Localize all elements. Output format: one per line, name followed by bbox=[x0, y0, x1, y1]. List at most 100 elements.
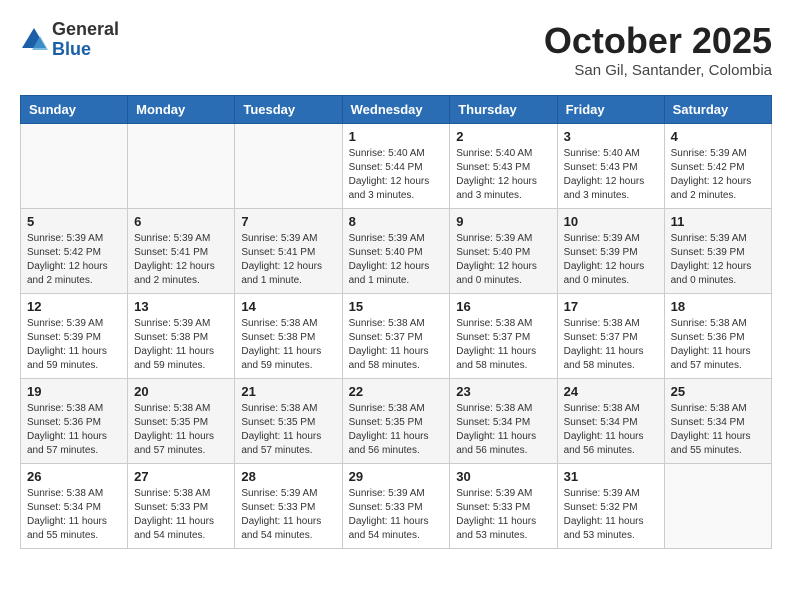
calendar-week-row: 12 Sunrise: 5:39 AM Sunset: 5:39 PM Dayli… bbox=[21, 294, 772, 379]
day-info: Sunrise: 5:39 AM Sunset: 5:32 PM Dayligh… bbox=[564, 487, 658, 543]
day-info: Sunrise: 5:38 AM Sunset: 5:34 PM Dayligh… bbox=[456, 402, 550, 458]
day-number: 27 bbox=[134, 469, 228, 484]
calendar-cell: 27 Sunrise: 5:38 AM Sunset: 5:33 PM Dayli… bbox=[128, 464, 235, 549]
calendar-cell: 19 Sunrise: 5:38 AM Sunset: 5:36 PM Dayli… bbox=[21, 379, 128, 464]
calendar-cell: 6 Sunrise: 5:39 AM Sunset: 5:41 PM Daylig… bbox=[128, 209, 235, 294]
weekday-header-tuesday: Tuesday bbox=[235, 96, 342, 124]
calendar-cell: 9Sunrise: 5:39 AM Sunset: 5:40 PM Daylig… bbox=[450, 209, 557, 294]
calendar-cell: 30 Sunrise: 5:39 AM Sunset: 5:33 PM Dayli… bbox=[450, 464, 557, 549]
day-info: Sunrise: 5:39 AM Sunset: 5:39 PM Dayligh… bbox=[671, 232, 765, 288]
calendar-week-row: 5 Sunrise: 5:39 AM Sunset: 5:42 PM Daylig… bbox=[21, 209, 772, 294]
day-info: Sunrise: 5:38 AM Sunset: 5:34 PM Dayligh… bbox=[27, 487, 121, 543]
logo-icon bbox=[20, 26, 48, 54]
day-info: Sunrise: 5:38 AM Sunset: 5:37 PM Dayligh… bbox=[349, 317, 444, 373]
calendar-cell: 24Sunrise: 5:38 AM Sunset: 5:34 PM Dayli… bbox=[557, 379, 664, 464]
calendar-cell: 18 Sunrise: 5:38 AM Sunset: 5:36 PM Dayli… bbox=[664, 294, 771, 379]
weekday-header-saturday: Saturday bbox=[664, 96, 771, 124]
calendar-cell: 28 Sunrise: 5:39 AM Sunset: 5:33 PM Dayli… bbox=[235, 464, 342, 549]
day-info: Sunrise: 5:39 AM Sunset: 5:38 PM Dayligh… bbox=[134, 317, 228, 373]
weekday-header-sunday: Sunday bbox=[21, 96, 128, 124]
title-section: October 2025 San Gil, Santander, Colombi… bbox=[544, 20, 772, 79]
day-info: Sunrise: 5:39 AM Sunset: 5:40 PM Dayligh… bbox=[349, 232, 444, 288]
day-info: Sunrise: 5:39 AM Sunset: 5:42 PM Dayligh… bbox=[27, 232, 121, 288]
day-info: Sunrise: 5:39 AM Sunset: 5:39 PM Dayligh… bbox=[564, 232, 658, 288]
day-info: Sunrise: 5:39 AM Sunset: 5:40 PM Dayligh… bbox=[456, 232, 550, 288]
calendar-table: SundayMondayTuesdayWednesdayThursdayFrid… bbox=[20, 95, 772, 549]
day-number: 12 bbox=[27, 299, 121, 314]
calendar-cell: 1 Sunrise: 5:40 AM Sunset: 5:44 PM Daylig… bbox=[342, 124, 450, 209]
day-info: Sunrise: 5:38 AM Sunset: 5:38 PM Dayligh… bbox=[241, 317, 335, 373]
day-number: 13 bbox=[134, 299, 228, 314]
day-number: 28 bbox=[241, 469, 335, 484]
day-number: 24 bbox=[564, 384, 658, 399]
calendar-cell bbox=[235, 124, 342, 209]
day-info: Sunrise: 5:38 AM Sunset: 5:35 PM Dayligh… bbox=[241, 402, 335, 458]
calendar-cell: 8 Sunrise: 5:39 AM Sunset: 5:40 PM Daylig… bbox=[342, 209, 450, 294]
day-info: Sunrise: 5:39 AM Sunset: 5:41 PM Dayligh… bbox=[134, 232, 228, 288]
day-info: Sunrise: 5:39 AM Sunset: 5:33 PM Dayligh… bbox=[241, 487, 335, 543]
day-info: Sunrise: 5:38 AM Sunset: 5:34 PM Dayligh… bbox=[671, 402, 765, 458]
weekday-header-monday: Monday bbox=[128, 96, 235, 124]
calendar-cell: 13 Sunrise: 5:39 AM Sunset: 5:38 PM Dayli… bbox=[128, 294, 235, 379]
calendar-cell: 14Sunrise: 5:38 AM Sunset: 5:38 PM Dayli… bbox=[235, 294, 342, 379]
day-number: 26 bbox=[27, 469, 121, 484]
calendar-week-row: 19 Sunrise: 5:38 AM Sunset: 5:36 PM Dayli… bbox=[21, 379, 772, 464]
day-number: 10 bbox=[564, 214, 658, 229]
day-number: 3 bbox=[564, 129, 658, 144]
day-info: Sunrise: 5:38 AM Sunset: 5:37 PM Dayligh… bbox=[564, 317, 658, 373]
calendar-cell: 21 Sunrise: 5:38 AM Sunset: 5:35 PM Dayli… bbox=[235, 379, 342, 464]
day-number: 19 bbox=[27, 384, 121, 399]
day-number: 1 bbox=[349, 129, 444, 144]
calendar-cell: 31Sunrise: 5:39 AM Sunset: 5:32 PM Dayli… bbox=[557, 464, 664, 549]
calendar-cell: 3Sunrise: 5:40 AM Sunset: 5:43 PM Daylig… bbox=[557, 124, 664, 209]
calendar-cell bbox=[21, 124, 128, 209]
calendar-cell: 17 Sunrise: 5:38 AM Sunset: 5:37 PM Dayli… bbox=[557, 294, 664, 379]
calendar-cell: 4 Sunrise: 5:39 AM Sunset: 5:42 PM Daylig… bbox=[664, 124, 771, 209]
weekday-header-friday: Friday bbox=[557, 96, 664, 124]
day-info: Sunrise: 5:38 AM Sunset: 5:33 PM Dayligh… bbox=[134, 487, 228, 543]
weekday-header-wednesday: Wednesday bbox=[342, 96, 450, 124]
weekday-header-thursday: Thursday bbox=[450, 96, 557, 124]
calendar-cell: 25Sunrise: 5:38 AM Sunset: 5:34 PM Dayli… bbox=[664, 379, 771, 464]
logo-blue-text: Blue bbox=[52, 40, 119, 60]
day-number: 17 bbox=[564, 299, 658, 314]
calendar-cell bbox=[128, 124, 235, 209]
month-title: October 2025 bbox=[544, 20, 772, 62]
day-info: Sunrise: 5:38 AM Sunset: 5:35 PM Dayligh… bbox=[134, 402, 228, 458]
calendar-cell: 11 Sunrise: 5:39 AM Sunset: 5:39 PM Dayli… bbox=[664, 209, 771, 294]
day-number: 8 bbox=[349, 214, 444, 229]
day-info: Sunrise: 5:40 AM Sunset: 5:44 PM Dayligh… bbox=[349, 147, 444, 203]
day-info: Sunrise: 5:38 AM Sunset: 5:35 PM Dayligh… bbox=[349, 402, 444, 458]
calendar-cell: 22 Sunrise: 5:38 AM Sunset: 5:35 PM Dayli… bbox=[342, 379, 450, 464]
day-info: Sunrise: 5:39 AM Sunset: 5:33 PM Dayligh… bbox=[456, 487, 550, 543]
day-number: 6 bbox=[134, 214, 228, 229]
calendar-week-row: 26 Sunrise: 5:38 AM Sunset: 5:34 PM Dayli… bbox=[21, 464, 772, 549]
day-info: Sunrise: 5:39 AM Sunset: 5:41 PM Dayligh… bbox=[241, 232, 335, 288]
day-number: 5 bbox=[27, 214, 121, 229]
day-number: 22 bbox=[349, 384, 444, 399]
calendar-cell: 10 Sunrise: 5:39 AM Sunset: 5:39 PM Dayli… bbox=[557, 209, 664, 294]
calendar-week-row: 1 Sunrise: 5:40 AM Sunset: 5:44 PM Daylig… bbox=[21, 124, 772, 209]
day-info: Sunrise: 5:39 AM Sunset: 5:42 PM Dayligh… bbox=[671, 147, 765, 203]
calendar-cell: 2Sunrise: 5:40 AM Sunset: 5:43 PM Daylig… bbox=[450, 124, 557, 209]
calendar-cell: 7 Sunrise: 5:39 AM Sunset: 5:41 PM Daylig… bbox=[235, 209, 342, 294]
day-info: Sunrise: 5:38 AM Sunset: 5:36 PM Dayligh… bbox=[671, 317, 765, 373]
day-number: 18 bbox=[671, 299, 765, 314]
day-number: 29 bbox=[349, 469, 444, 484]
calendar-cell: 16Sunrise: 5:38 AM Sunset: 5:37 PM Dayli… bbox=[450, 294, 557, 379]
logo-general-text: General bbox=[52, 20, 119, 40]
day-number: 4 bbox=[671, 129, 765, 144]
day-info: Sunrise: 5:39 AM Sunset: 5:33 PM Dayligh… bbox=[349, 487, 444, 543]
weekday-header-row: SundayMondayTuesdayWednesdayThursdayFrid… bbox=[21, 96, 772, 124]
day-number: 16 bbox=[456, 299, 550, 314]
day-number: 7 bbox=[241, 214, 335, 229]
location: San Gil, Santander, Colombia bbox=[544, 62, 772, 79]
day-number: 30 bbox=[456, 469, 550, 484]
day-info: Sunrise: 5:39 AM Sunset: 5:39 PM Dayligh… bbox=[27, 317, 121, 373]
day-number: 23 bbox=[456, 384, 550, 399]
logo: General Blue bbox=[20, 20, 119, 60]
day-number: 21 bbox=[241, 384, 335, 399]
day-info: Sunrise: 5:38 AM Sunset: 5:36 PM Dayligh… bbox=[27, 402, 121, 458]
calendar-cell: 15Sunrise: 5:38 AM Sunset: 5:37 PM Dayli… bbox=[342, 294, 450, 379]
day-number: 11 bbox=[671, 214, 765, 229]
